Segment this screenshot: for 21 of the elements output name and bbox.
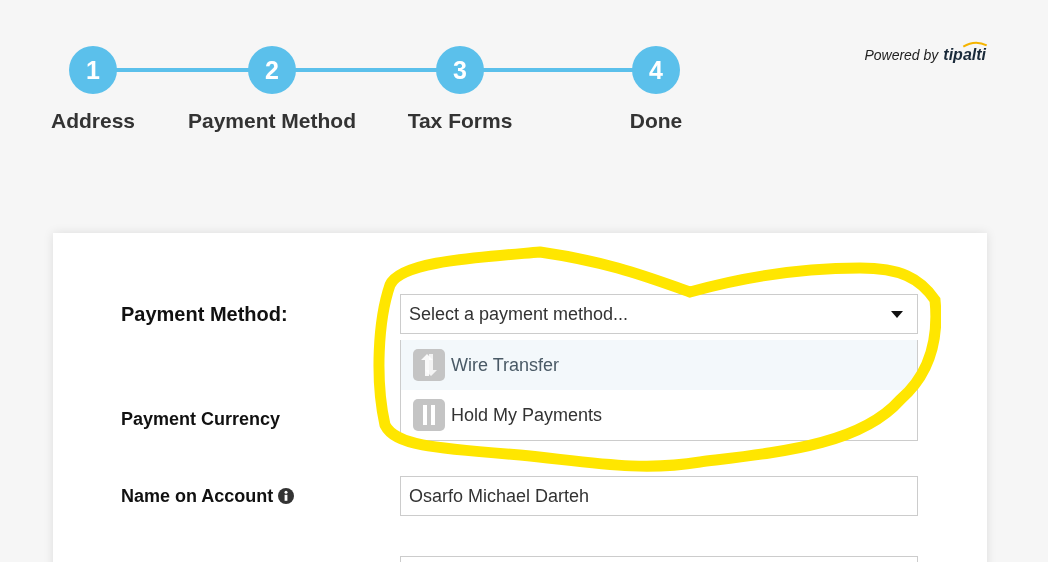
field-label: Payment Method: [121,302,289,326]
name-input[interactable]: Osarfo Michael Darteh [400,476,918,516]
up-down-arrows-icon [413,349,445,381]
brand-logo: tipalti [943,40,988,64]
info-icon [278,488,295,504]
step-label: Payment Method [188,109,356,133]
field-label: Name on Account [121,485,274,507]
dropdown-option[interactable]: Hold My Payments [401,390,917,440]
step-label: Done [629,109,683,133]
pause-icon [413,399,445,431]
step-label: Address [51,109,135,133]
field-label: Payment Currency [121,408,282,430]
step-label: Tax Forms [407,109,513,133]
powered-by-text: Powered by [864,47,939,63]
payment-method-select[interactable]: Select a payment method... [400,294,918,334]
step-number: 2 [248,46,296,94]
caret-icon [891,310,903,318]
step-number: 3 [436,46,484,94]
step-number: 4 [632,46,680,94]
step-number: 1 [69,46,117,94]
dropdown-option[interactable]: Wire Transfer [401,340,917,390]
